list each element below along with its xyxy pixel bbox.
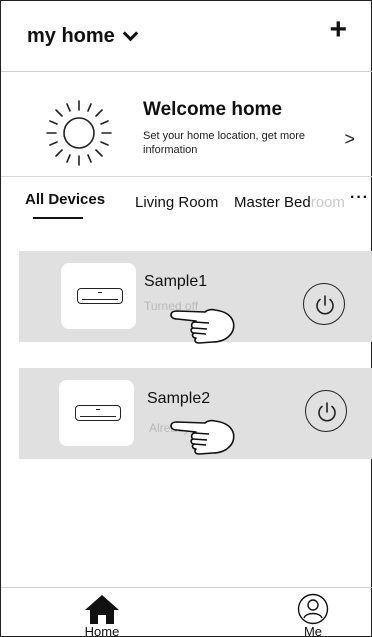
- app-frame: my home + Welcome home Set your home loc…: [0, 0, 372, 637]
- tab-master-bedroom[interactable]: Master Bedroom: [234, 194, 345, 211]
- chevron-right-icon[interactable]: >: [344, 129, 355, 150]
- home-title-text: my home: [27, 25, 115, 47]
- tab-label: All Devices: [25, 191, 106, 208]
- power-button[interactable]: [303, 283, 345, 325]
- nav-me-label: Me: [303, 624, 323, 637]
- sun-icon: [46, 100, 112, 166]
- air-conditioner-icon: [77, 288, 123, 304]
- nav-home-label: Home: [84, 624, 120, 637]
- nav-home[interactable]: Home: [79, 593, 125, 637]
- nav-me[interactable]: Me: [291, 593, 335, 637]
- device-thumbnail: [61, 263, 136, 329]
- welcome-divider: [1, 176, 372, 177]
- more-tabs-button[interactable]: ···: [350, 189, 369, 207]
- power-icon: [318, 402, 336, 422]
- tab-all-devices[interactable]: All Devices: [25, 191, 106, 219]
- air-conditioner-icon: [75, 405, 121, 421]
- bottom-nav-divider: [1, 587, 372, 588]
- tab-living-room[interactable]: Living Room: [135, 194, 218, 211]
- tab-label-faded: room: [310, 194, 345, 211]
- room-tabs: All Devices Living Room Master Bedroom ·…: [1, 189, 372, 225]
- active-tab-underline: [33, 217, 83, 219]
- header-divider: [1, 71, 372, 72]
- home-icon: [85, 595, 119, 624]
- device-name: Sample1: [144, 273, 208, 290]
- device-name: Sample2: [147, 390, 211, 407]
- home-selector[interactable]: my home: [27, 25, 139, 48]
- header: my home +: [1, 1, 372, 71]
- device-card[interactable]: Sample2 Already On: [19, 368, 372, 459]
- pointing-hand-icon: [170, 419, 235, 455]
- chevron-down-icon: [122, 25, 139, 42]
- device-thumbnail: [59, 380, 134, 446]
- power-icon: [316, 295, 334, 315]
- welcome-subtitle: Set your home location, get more informa…: [143, 130, 306, 156]
- tab-label: Master Bed: [234, 194, 311, 211]
- user-icon: [297, 593, 329, 625]
- pointing-hand-icon: [170, 308, 235, 344]
- power-button[interactable]: [305, 390, 347, 432]
- welcome-title: Welcome home: [143, 99, 283, 120]
- add-device-button[interactable]: +: [329, 15, 347, 45]
- device-card[interactable]: Sample1 Turned off: [19, 251, 372, 344]
- welcome-banner[interactable]: Welcome home Set your home location, get…: [1, 89, 372, 169]
